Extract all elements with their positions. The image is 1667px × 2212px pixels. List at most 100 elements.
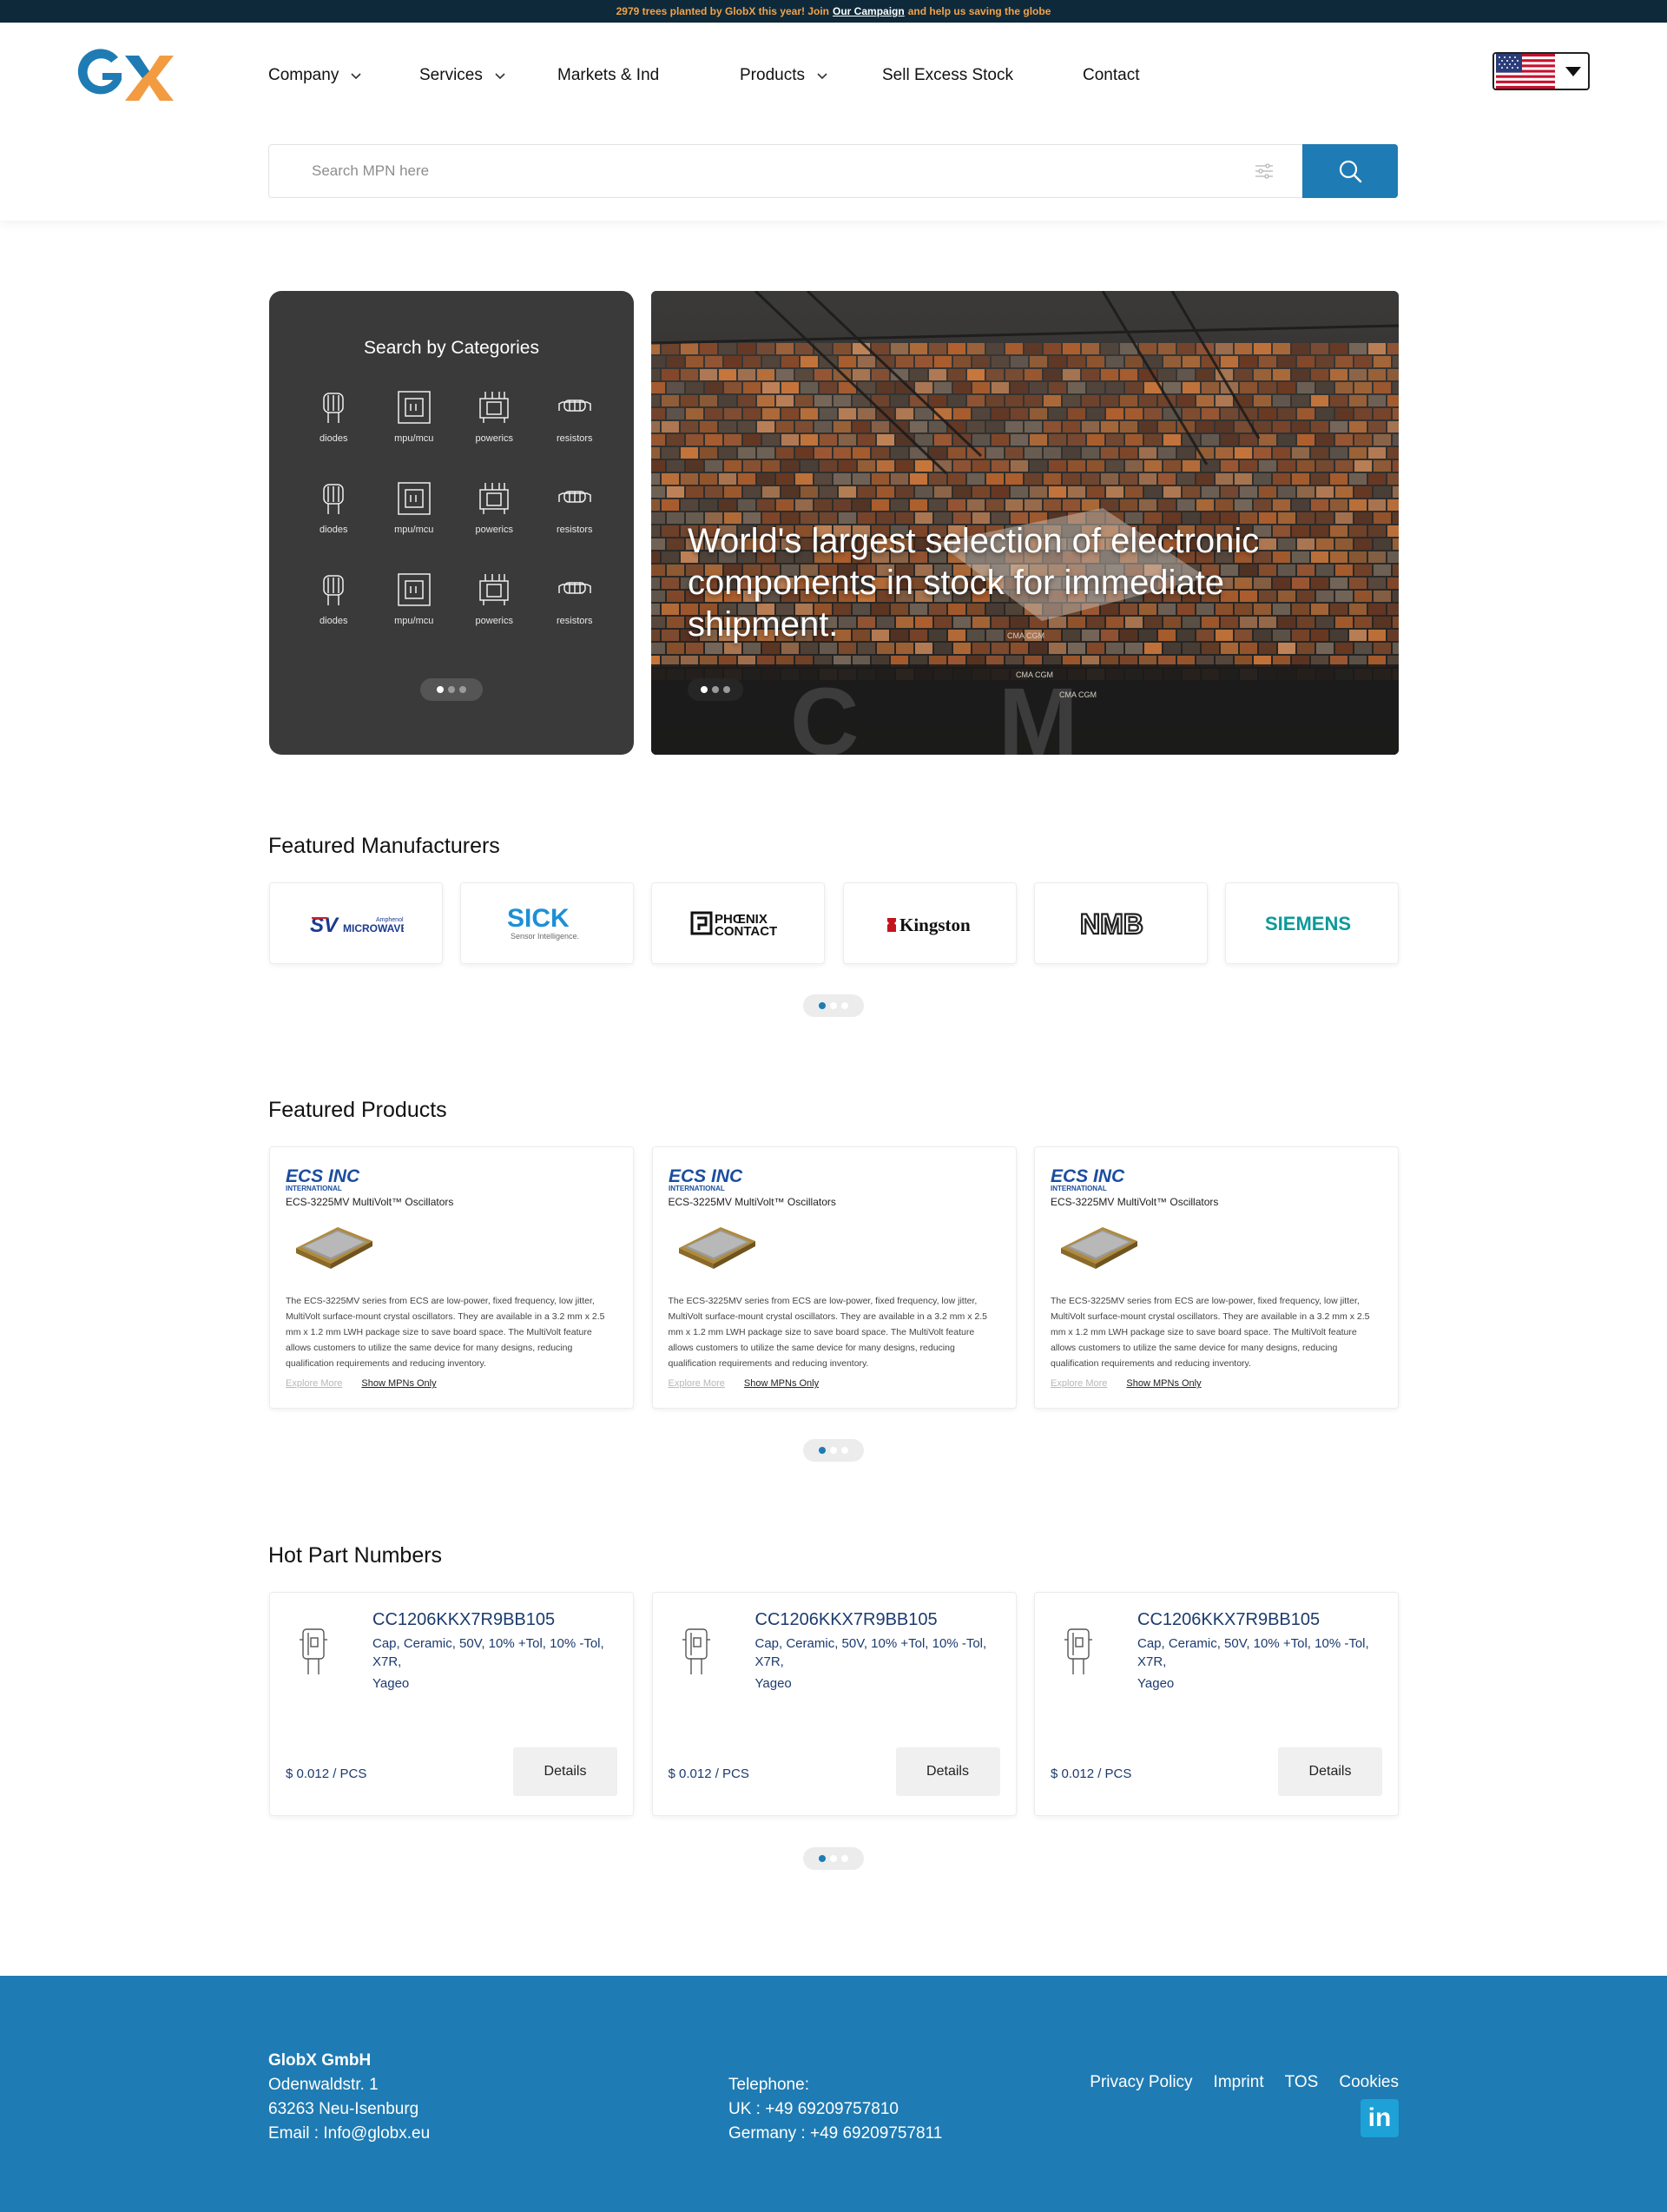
ecs-logo: ECS INCINTERNATIONAL (669, 1166, 743, 1192)
category-item-powerics[interactable]: powerics (454, 388, 535, 464)
product-description: The ECS-3225MV series from ECS are low-p… (668, 1296, 987, 1369)
part-manufacturer: Yageo (754, 1676, 792, 1691)
category-item-resistors[interactable]: resistors (535, 388, 616, 464)
product-row: ECS INC INTERNATIONAL ECS-3225MV MultiVolt… (269, 1146, 1399, 1409)
svg-text:NMB: NMB (1080, 908, 1143, 940)
campaign-link[interactable]: Our Campaign (833, 5, 905, 17)
container-lettering: C (790, 669, 859, 755)
category-item-mpu-mcu[interactable]: mpu/mcu (374, 388, 455, 464)
footer-city: 63263 Neu-Isenburg (268, 2100, 419, 2118)
nav-label: Company (268, 66, 339, 84)
details-button[interactable]: Details (895, 1747, 1000, 1796)
category-item-powerics[interactable]: powerics (454, 571, 535, 646)
nmb-logo: NMB (1079, 908, 1144, 941)
nav-markets[interactable]: Markets & Ind (557, 63, 740, 89)
globx-logo[interactable] (76, 45, 177, 101)
language-selector[interactable] (1492, 52, 1590, 90)
category-label: resistors (556, 525, 593, 535)
manufacturer-card-phoenix-contact[interactable]: PHŒNIX CONTACT (651, 882, 826, 964)
hero-headline: World's largest selection of electronic … (688, 522, 1260, 644)
hot-parts-row: CC1206KKX7R9BB105 Cap, Ceramic, 50V, 10% … (269, 1592, 1399, 1816)
details-button[interactable]: Details (1278, 1747, 1382, 1796)
power-ic-icon (479, 392, 509, 423)
category-label: diodes (320, 433, 348, 444)
category-item-mpu-mcu[interactable]: mpu/mcu (374, 479, 455, 555)
footer-phone-uk[interactable]: UK : +49 69209757810 (728, 2097, 942, 2122)
nav-company[interactable]: Company (268, 63, 419, 89)
part-description: Cap, Ceramic, 50V, 10% +Tol, 10% -Tol, X… (372, 1636, 604, 1669)
category-item-diodes[interactable]: diodes (293, 388, 374, 464)
footer-company-name: GlobX GmbH (268, 2051, 372, 2070)
footer-phone-de[interactable]: Germany : +49 69209757811 (728, 2122, 942, 2146)
category-item-mpu-mcu[interactable]: mpu/mcu (374, 571, 455, 646)
hot-parts-carousel-dots[interactable] (803, 1847, 864, 1870)
filter-icon[interactable] (1247, 145, 1282, 197)
product-card[interactable]: ECS INC INTERNATIONAL ECS-3225MV MultiVolt… (1034, 1146, 1399, 1409)
part-number[interactable]: CC1206KKX7R9BB105 (372, 1610, 555, 1630)
part-description: Cap, Ceramic, 50V, 10% +Tol, 10% -Tol, X… (1137, 1636, 1369, 1669)
part-number[interactable]: CC1206KKX7R9BB105 (1137, 1610, 1320, 1630)
nav-services[interactable]: Services (419, 63, 557, 89)
category-label: powerics (475, 616, 513, 626)
product-card[interactable]: ECS INC INTERNATIONAL ECS-3225MV MultiVolt… (269, 1146, 634, 1409)
nav-sell-excess-stock[interactable]: Sell Excess Stock (882, 63, 1083, 89)
category-item-diodes[interactable]: diodes (293, 479, 374, 555)
announcement-bar: 2979 trees planted by GlobX this year! J… (0, 0, 1667, 23)
chevron-down-icon (817, 73, 827, 80)
svg-text:Sensor Intelligence.: Sensor Intelligence. (511, 932, 579, 941)
svg-text:Amphenol: Amphenol (376, 917, 404, 923)
hot-part-card: CC1206KKX7R9BB105 Cap, Ceramic, 50V, 10% … (1034, 1592, 1399, 1816)
category-item-resistors[interactable]: resistors (535, 571, 616, 646)
site-header: Company Services Markets & Ind Products … (0, 23, 1667, 221)
nav-products[interactable]: Products (740, 63, 882, 89)
show-mpns-link[interactable]: Show MPNs Only (744, 1378, 819, 1389)
hot-part-card: CC1206KKX7R9BB105 Cap, Ceramic, 50V, 10% … (269, 1592, 634, 1816)
nav-label: Sell Excess Stock (882, 66, 1013, 84)
svg-text:MICROWAVE: MICROWAVE (343, 922, 404, 934)
search-button[interactable] (1302, 144, 1398, 198)
part-number[interactable]: CC1206KKX7R9BB105 (755, 1610, 938, 1630)
sv-microwave-logo: SV MICROWAVE Amphenol (310, 914, 404, 937)
manufacturer-carousel-dots[interactable] (803, 994, 864, 1017)
explore-more-link[interactable]: Explore More (286, 1378, 342, 1389)
nav-label: Contact (1083, 66, 1140, 84)
manufacturer-card-sv-microwave[interactable]: SV MICROWAVE Amphenol (269, 882, 443, 964)
search-input[interactable] (269, 145, 1247, 197)
resistor-icon (558, 399, 591, 412)
category-item-diodes[interactable]: diodes (293, 571, 374, 646)
svg-text:SICK: SICK (507, 904, 570, 933)
hero-carousel-dots[interactable] (688, 678, 743, 701)
us-flag-icon (1496, 54, 1555, 89)
category-panel: Search by Categories diodes mpu/mcu poweri… (269, 291, 634, 755)
nav-contact[interactable]: Contact (1083, 63, 1139, 89)
product-card[interactable]: ECS INC INTERNATIONAL ECS-3225MV MultiVolt… (651, 1146, 1017, 1409)
category-item-powerics[interactable]: powerics (454, 479, 535, 555)
svg-text:ECS INC: ECS INC (286, 1166, 360, 1186)
explore-more-link[interactable]: Explore More (669, 1378, 725, 1389)
footer-email[interactable]: Email : Info@globx.eu (268, 2122, 430, 2146)
manufacturer-card-sick[interactable]: SICK Sensor Intelligence. (460, 882, 635, 964)
sick-logo: SICK Sensor Intelligence. (507, 904, 579, 941)
category-item-resistors[interactable]: resistors (535, 479, 616, 555)
category-carousel-dots[interactable] (420, 678, 483, 701)
product-links: Explore More Show MPNs Only (286, 1378, 437, 1389)
nav-label: Markets & Ind (557, 66, 660, 84)
manufacturer-card-siemens[interactable]: SIEMENS (1224, 882, 1399, 964)
show-mpns-link[interactable]: Show MPNs Only (1126, 1378, 1201, 1389)
part-price: $ 0.012 / PCS (668, 1766, 749, 1781)
footer-link-tos[interactable]: TOS (1285, 2073, 1319, 2092)
manufacturer-card-nmb[interactable]: NMB (1033, 882, 1208, 964)
explore-more-link[interactable]: Explore More (1051, 1378, 1107, 1389)
product-description: The ECS-3225MV series from ECS are low-p… (1051, 1296, 1370, 1369)
footer-link-imprint[interactable]: Imprint (1214, 2073, 1264, 2092)
footer-link-privacy[interactable]: Privacy Policy (1090, 2073, 1192, 2092)
footer-link-cookies[interactable]: Cookies (1339, 2073, 1399, 2092)
product-carousel-dots[interactable] (803, 1439, 864, 1462)
linkedin-icon[interactable]: in (1361, 2099, 1399, 2137)
details-button[interactable]: Details (513, 1747, 617, 1796)
category-grid: diodes mpu/mcu powerics resistors diodes mpu/… (293, 388, 615, 646)
category-label: mpu/mcu (394, 525, 434, 535)
show-mpns-link[interactable]: Show MPNs Only (361, 1378, 436, 1389)
manufacturer-card-kingston[interactable]: Kingston (842, 882, 1017, 964)
mpn-search-bar (268, 144, 1398, 198)
